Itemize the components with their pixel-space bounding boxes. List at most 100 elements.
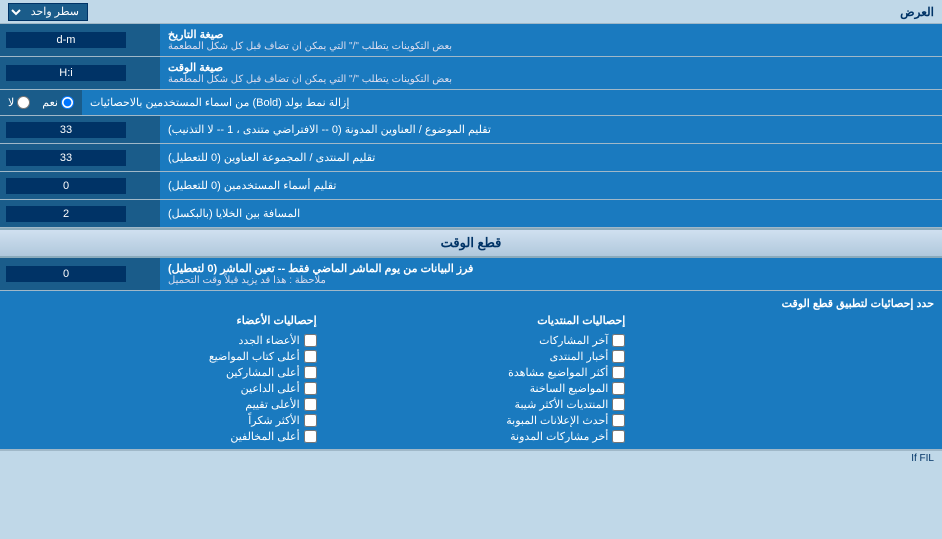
checkbox-member-5-input[interactable] bbox=[304, 414, 317, 427]
cell-gap-input-container bbox=[0, 200, 160, 227]
date-format-input[interactable] bbox=[6, 32, 126, 48]
bold-remove-options: نعم لا bbox=[0, 90, 82, 115]
checkbox-member-2-label: أعلى المشاركين bbox=[226, 366, 300, 379]
checkbox-forum-1: أخبار المنتدى bbox=[317, 350, 626, 363]
member-stats-title: إحصاليات الأعضاء bbox=[8, 314, 317, 327]
display-dropdown[interactable]: سطر واحدسطرانثلاثة أسطر bbox=[8, 3, 88, 21]
forum-columns-input-container bbox=[0, 144, 160, 171]
date-format-input-container bbox=[0, 24, 160, 56]
checkbox-forum-3-label: المواضيع الساخنة bbox=[530, 382, 609, 395]
timing-label: فرز البيانات من يوم الماشر الماضي فقط --… bbox=[160, 258, 942, 290]
checkbox-member-4: الأعلى تقييم bbox=[8, 398, 317, 411]
header-row: العرض سطر واحدسطرانثلاثة أسطر bbox=[0, 0, 942, 24]
checkbox-col-forums: إحصاليات المنتديات آخر المشاركات أخبار ا… bbox=[317, 314, 626, 443]
time-format-row: صيغة الوقت بعض التكوينات يتطلب "/" التي … bbox=[0, 57, 942, 90]
main-container: العرض سطر واحدسطرانثلاثة أسطر صيغة التار… bbox=[0, 0, 942, 466]
checkbox-member-5: الأكثر شكراً bbox=[8, 414, 317, 427]
timing-input-container bbox=[0, 258, 160, 290]
bold-no-label[interactable]: لا bbox=[8, 96, 30, 109]
checkbox-member-1-input[interactable] bbox=[304, 350, 317, 363]
time-format-input[interactable] bbox=[6, 65, 126, 81]
bold-no-radio[interactable] bbox=[17, 96, 30, 109]
user-names-label: تقليم أسماء المستخدمين (0 للتعطيل) bbox=[160, 172, 942, 199]
checkbox-forum-5: أحدث الإعلانات المبوبة bbox=[317, 414, 626, 427]
forum-columns-row: تقليم المنتدى / المجموعة العناوين (0 للت… bbox=[0, 144, 942, 172]
checkbox-member-0-input[interactable] bbox=[304, 334, 317, 347]
checkbox-forum-6-input[interactable] bbox=[612, 430, 625, 443]
checkbox-forum-0: آخر المشاركات bbox=[317, 334, 626, 347]
timing-row: فرز البيانات من يوم الماشر الماضي فقط --… bbox=[0, 258, 942, 291]
bottom-note-text: If FIL bbox=[911, 453, 934, 464]
date-format-row: صيغة التاريخ بعض التكوينات يتطلب "/" الت… bbox=[0, 24, 942, 57]
cutoff-label: حدد إحصائيات لتطبيق قطع الوقت bbox=[8, 297, 934, 310]
subject-columns-label: تقليم الموضوع / العناوين المدونة (0 -- ا… bbox=[160, 116, 942, 143]
bold-remove-label: إزالة نمط بولد (Bold) من اسماء المستخدمي… bbox=[82, 90, 942, 115]
checkbox-forum-0-label: آخر المشاركات bbox=[539, 334, 608, 347]
checkbox-member-6-input[interactable] bbox=[304, 430, 317, 443]
forum-stats-title: إحصاليات المنتديات bbox=[317, 314, 626, 327]
time-format-input-container bbox=[0, 57, 160, 89]
checkbox-member-2-input[interactable] bbox=[304, 366, 317, 379]
checkbox-member-3-input[interactable] bbox=[304, 382, 317, 395]
timing-input[interactable] bbox=[6, 266, 126, 282]
checkbox-forum-5-label: أحدث الإعلانات المبوبة bbox=[506, 414, 608, 427]
bottom-note: If FIL bbox=[0, 450, 942, 466]
checkbox-forum-4-input[interactable] bbox=[612, 398, 625, 411]
time-format-desc: بعض التكوينات يتطلب "/" التي يمكن ان تضا… bbox=[168, 74, 452, 85]
checkbox-forum-2-label: أكثر المواضيع مشاهدة bbox=[508, 366, 608, 379]
checkbox-forum-2: أكثر المواضيع مشاهدة bbox=[317, 366, 626, 379]
cell-gap-input[interactable] bbox=[6, 206, 126, 222]
bold-yes-text: نعم bbox=[42, 96, 58, 109]
checkbox-forum-5-input[interactable] bbox=[612, 414, 625, 427]
checkbox-forum-3-input[interactable] bbox=[612, 382, 625, 395]
checkbox-member-3-label: أعلى الداعين bbox=[241, 382, 300, 395]
checkbox-forum-6-label: أخر مشاركات المدونة bbox=[510, 430, 608, 443]
timing-label-line2: ملاحظة : هذا قد يزيد قبلاً وقت التحميل bbox=[168, 275, 326, 286]
checkbox-forum-4-label: المنتديات الأكثر شيبة bbox=[515, 398, 609, 411]
bold-no-text: لا bbox=[8, 96, 14, 109]
checkbox-col-members: إحصاليات الأعضاء الأعضاء الجدد أعلى كتاب… bbox=[8, 314, 317, 443]
checkbox-member-5-label: الأكثر شكراً bbox=[248, 414, 299, 427]
date-format-label: صيغة التاريخ بعض التكوينات يتطلب "/" الت… bbox=[160, 24, 942, 56]
time-format-title: صيغة الوقت bbox=[168, 61, 223, 74]
checkbox-forum-2-input[interactable] bbox=[612, 366, 625, 379]
checkbox-member-4-input[interactable] bbox=[304, 398, 317, 411]
checkbox-forum-6: أخر مشاركات المدونة bbox=[317, 430, 626, 443]
checkbox-member-0: الأعضاء الجدد bbox=[8, 334, 317, 347]
checkbox-member-0-label: الأعضاء الجدد bbox=[238, 334, 299, 347]
bold-yes-radio[interactable] bbox=[61, 96, 74, 109]
checkbox-member-2: أعلى المشاركين bbox=[8, 366, 317, 379]
cell-gap-label: المسافة بين الخلايا (بالبكسل) bbox=[160, 200, 942, 227]
checkbox-member-1: أعلى كتاب المواضيع bbox=[8, 350, 317, 363]
subject-columns-row: تقليم الموضوع / العناوين المدونة (0 -- ا… bbox=[0, 116, 942, 144]
user-names-input[interactable] bbox=[6, 178, 126, 194]
checkbox-member-4-label: الأعلى تقييم bbox=[245, 398, 299, 411]
checkbox-forum-3: المواضيع الساخنة bbox=[317, 382, 626, 395]
subject-columns-input[interactable] bbox=[6, 122, 126, 138]
checkbox-forum-1-input[interactable] bbox=[612, 350, 625, 363]
bold-remove-row: إزالة نمط بولد (Bold) من اسماء المستخدمي… bbox=[0, 90, 942, 116]
date-format-desc: بعض التكوينات يتطلب "/" التي يمكن ان تضا… bbox=[168, 41, 452, 52]
checkboxes-section: حدد إحصائيات لتطبيق قطع الوقت إحصاليات ا… bbox=[0, 291, 942, 450]
user-names-row: تقليم أسماء المستخدمين (0 للتعطيل) bbox=[0, 172, 942, 200]
header-title: العرض bbox=[900, 5, 934, 19]
checkbox-forum-1-label: أخبار المنتدى bbox=[550, 350, 609, 363]
checkboxes-grid: إحصاليات المنتديات آخر المشاركات أخبار ا… bbox=[8, 314, 934, 443]
bold-yes-label[interactable]: نعم bbox=[42, 96, 74, 109]
user-names-input-container bbox=[0, 172, 160, 199]
checkbox-col-empty bbox=[625, 314, 934, 443]
checkbox-member-6: أعلى المخالفين bbox=[8, 430, 317, 443]
checkbox-member-6-label: أعلى المخالفين bbox=[230, 430, 299, 443]
forum-columns-input[interactable] bbox=[6, 150, 126, 166]
timing-label-line1: فرز البيانات من يوم الماشر الماضي فقط --… bbox=[168, 262, 473, 275]
checkbox-forum-4: المنتديات الأكثر شيبة bbox=[317, 398, 626, 411]
date-format-title: صيغة التاريخ bbox=[168, 28, 223, 41]
checkbox-member-1-label: أعلى كتاب المواضيع bbox=[209, 350, 300, 363]
timing-section-header: قطع الوقت bbox=[0, 228, 942, 258]
checkbox-forum-0-input[interactable] bbox=[612, 334, 625, 347]
forum-columns-label: تقليم المنتدى / المجموعة العناوين (0 للت… bbox=[160, 144, 942, 171]
subject-columns-input-container bbox=[0, 116, 160, 143]
time-format-label: صيغة الوقت بعض التكوينات يتطلب "/" التي … bbox=[160, 57, 942, 89]
cell-gap-row: المسافة بين الخلايا (بالبكسل) bbox=[0, 200, 942, 228]
checkbox-member-3: أعلى الداعين bbox=[8, 382, 317, 395]
